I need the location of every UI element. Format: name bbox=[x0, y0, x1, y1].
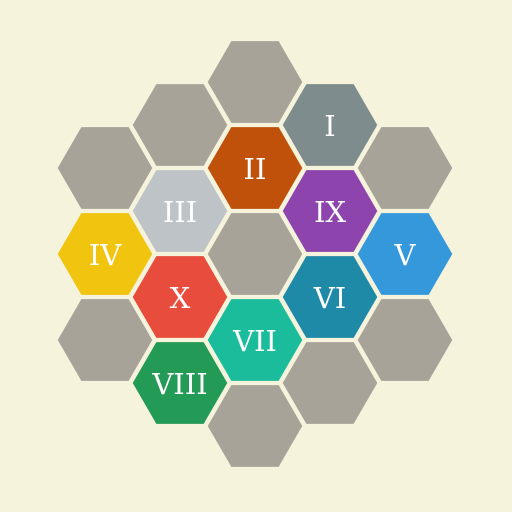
hex-label: V bbox=[394, 238, 417, 272]
hex-cells: IIIIII IXIV VX VIVIIVIII bbox=[54, 38, 456, 470]
hex-label: I bbox=[324, 109, 335, 143]
hex-label: IV bbox=[89, 238, 122, 272]
hex-label: VI bbox=[313, 281, 346, 315]
hex-label: X bbox=[170, 281, 191, 315]
hex-label: II bbox=[244, 152, 267, 186]
hex-label: VIII bbox=[151, 367, 207, 401]
hex-label: VII bbox=[232, 324, 277, 358]
hex-label: IX bbox=[314, 195, 346, 229]
hex-label: III bbox=[163, 195, 197, 229]
hex-puzzle-board: IIIIII IXIV VX VIVIIVIII bbox=[54, 38, 456, 470]
